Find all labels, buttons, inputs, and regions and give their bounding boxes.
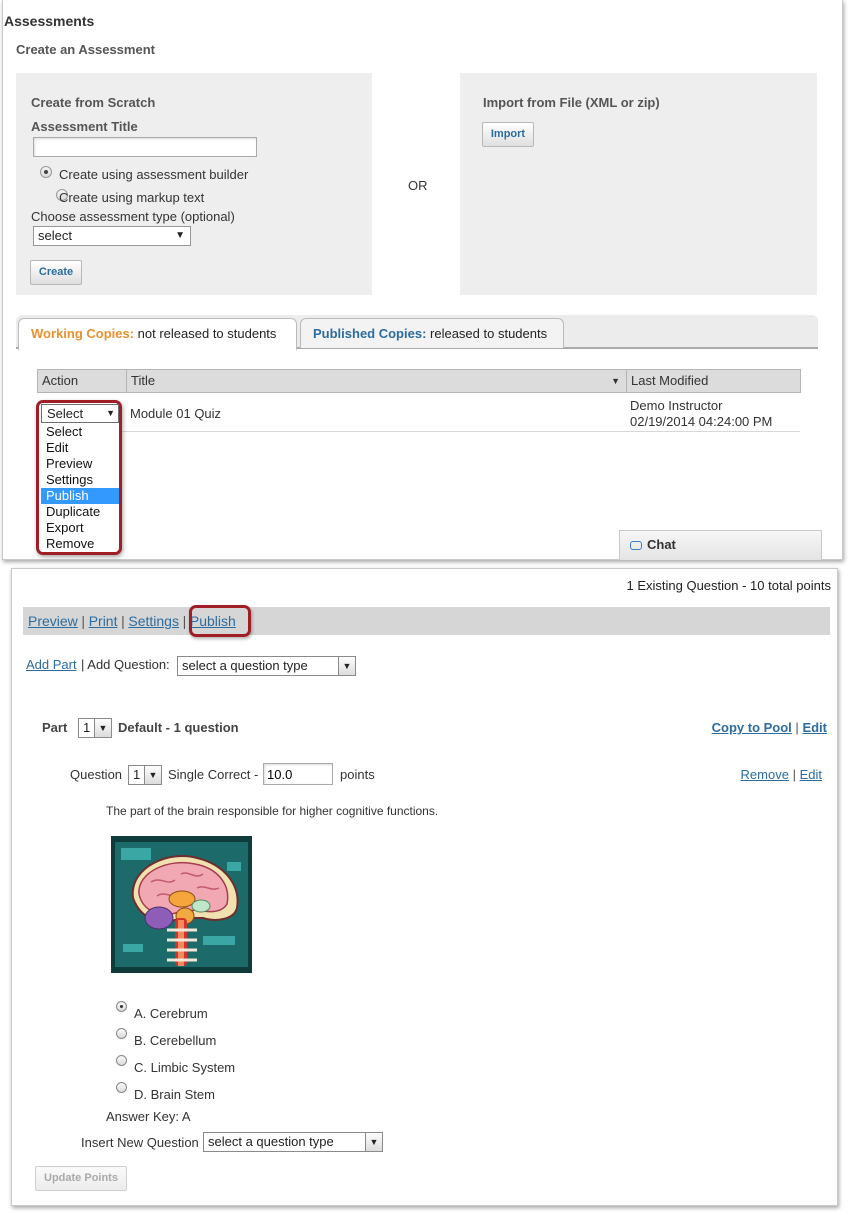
action-option-publish[interactable]: Publish xyxy=(41,488,119,504)
points-input[interactable] xyxy=(263,763,333,785)
brain-image xyxy=(111,836,252,973)
insert-type-value: select a question type xyxy=(208,1134,334,1149)
action-options-list: Select Edit Preview Settings Publish Dup… xyxy=(41,424,119,552)
question-actions: Remove | Edit xyxy=(741,767,822,782)
action-option-preview[interactable]: Preview xyxy=(41,456,119,472)
chevron-down-icon: ▼ xyxy=(175,230,185,241)
modified-by: Demo Instructor xyxy=(630,398,723,413)
separator: | xyxy=(121,613,125,629)
brain-illustration xyxy=(111,836,252,973)
chat-label: Chat xyxy=(647,537,676,552)
chevron-down-icon: ▼ xyxy=(106,408,115,418)
question-text: The part of the brain responsible for hi… xyxy=(106,804,439,818)
part-description: Default - 1 question xyxy=(118,720,239,735)
column-header-last-modified[interactable]: Last Modified xyxy=(626,369,801,393)
chat-widget[interactable]: Chat xyxy=(619,530,822,560)
tab-working-copies[interactable]: Working Copies: not released to students xyxy=(18,318,297,351)
publish-highlight xyxy=(189,605,251,637)
part-number-value: 1 xyxy=(83,720,91,735)
tab-published-copies[interactable]: Published Copies: released to students xyxy=(300,318,564,348)
column-header-title[interactable]: Title ▼ xyxy=(126,369,627,393)
question-number-value: 1 xyxy=(133,767,141,782)
separator: | xyxy=(795,720,799,735)
preview-link[interactable]: Preview xyxy=(28,613,78,629)
insert-question-label: Insert New Question xyxy=(81,1135,199,1150)
markup-option-label: Create using markup text xyxy=(59,190,205,205)
section-subtitle: Create an Assessment xyxy=(16,42,155,57)
tab-working-strong: Working Copies: xyxy=(31,326,135,341)
question-label: Question xyxy=(70,767,123,782)
sort-down-icon: ▼ xyxy=(611,376,620,386)
question-type-value: select a question type xyxy=(182,658,308,673)
row-divider xyxy=(36,431,800,432)
choice-c-radio[interactable] xyxy=(116,1055,127,1066)
question-type: Single Correct - xyxy=(168,767,259,782)
scratch-heading: Create from Scratch xyxy=(31,95,156,110)
choice-c-label: C. Limbic System xyxy=(134,1060,236,1075)
choice-d-label: D. Brain Stem xyxy=(134,1087,215,1102)
settings-link[interactable]: Settings xyxy=(128,613,179,629)
or-label: OR xyxy=(408,178,428,193)
builder-radio[interactable] xyxy=(40,166,52,178)
part-actions: Copy to Pool | Edit xyxy=(712,720,827,735)
assessment-title-input[interactable] xyxy=(33,137,257,157)
separator: | xyxy=(792,767,796,782)
separator: | xyxy=(81,613,86,629)
question-number-select[interactable]: 1 ▼ xyxy=(128,765,162,785)
chevron-down-icon: ▼ xyxy=(338,657,355,675)
action-option-settings[interactable]: Settings xyxy=(41,472,119,488)
edit-part-link[interactable]: Edit xyxy=(802,720,827,735)
tab-working-rest: not released to students xyxy=(134,326,277,341)
answer-key: Answer Key: A xyxy=(106,1109,191,1124)
add-part-link[interactable]: Add Part xyxy=(26,657,77,672)
assessment-title-label: Assessment Title xyxy=(31,119,138,134)
existing-question-count: 1 Existing Question - 10 total points xyxy=(626,578,831,593)
choice-a-radio[interactable] xyxy=(116,1001,127,1012)
points-label: points xyxy=(340,767,375,782)
add-question-label: | Add Question: xyxy=(81,657,170,672)
action-select-value: Select xyxy=(47,406,84,421)
import-heading: Import from File (XML or zip) xyxy=(483,95,660,110)
assessment-type-select[interactable]: select ▼ xyxy=(33,226,191,246)
modified-date: 02/19/2014 04:24:00 PM xyxy=(630,414,773,429)
chevron-down-icon: ▼ xyxy=(94,719,111,737)
remove-question-link[interactable]: Remove xyxy=(741,767,789,782)
builder-option-label: Create using assessment builder xyxy=(59,167,249,182)
action-option-remove[interactable]: Remove xyxy=(41,536,119,552)
action-option-duplicate[interactable]: Duplicate xyxy=(41,504,119,520)
create-button[interactable]: Create xyxy=(30,260,82,285)
title-header-label: Title xyxy=(131,373,156,388)
edit-question-link[interactable]: Edit xyxy=(800,767,822,782)
action-option-edit[interactable]: Edit xyxy=(41,440,119,456)
page-title: Assessments xyxy=(4,13,95,29)
chevron-down-icon: ▼ xyxy=(144,766,161,784)
print-link[interactable]: Print xyxy=(89,613,118,629)
choice-b-label: B. Cerebellum xyxy=(134,1033,217,1048)
import-button[interactable]: Import xyxy=(482,122,534,147)
part-number-select[interactable]: 1 ▼ xyxy=(78,718,112,738)
separator: | xyxy=(182,613,187,629)
assessment-row-title[interactable]: Module 01 Quiz xyxy=(130,406,221,421)
chevron-down-icon: ▼ xyxy=(365,1133,382,1151)
copy-to-pool-link[interactable]: Copy to Pool xyxy=(712,720,792,735)
assessment-type-label: Choose assessment type (optional) xyxy=(31,209,235,224)
action-select[interactable]: Select ▼ xyxy=(41,404,119,423)
add-question-type-select[interactable]: select a question type ▼ xyxy=(177,656,356,676)
part-label: Part xyxy=(42,720,68,735)
chat-bubble-icon xyxy=(630,541,642,550)
tab-published-rest: released to students xyxy=(426,326,548,341)
assessment-type-value: select xyxy=(38,228,72,243)
choice-a-label: A. Cerebrum xyxy=(134,1006,208,1021)
action-option-export[interactable]: Export xyxy=(41,520,119,536)
choice-d-radio[interactable] xyxy=(116,1082,127,1093)
tab-published-strong: Published Copies: xyxy=(313,326,427,341)
choice-b-radio[interactable] xyxy=(116,1028,127,1039)
update-points-button[interactable]: Update Points xyxy=(35,1166,127,1191)
column-header-action[interactable]: Action xyxy=(37,369,127,393)
action-option-select[interactable]: Select xyxy=(41,424,119,440)
insert-question-type-select[interactable]: select a question type ▼ xyxy=(203,1132,383,1152)
